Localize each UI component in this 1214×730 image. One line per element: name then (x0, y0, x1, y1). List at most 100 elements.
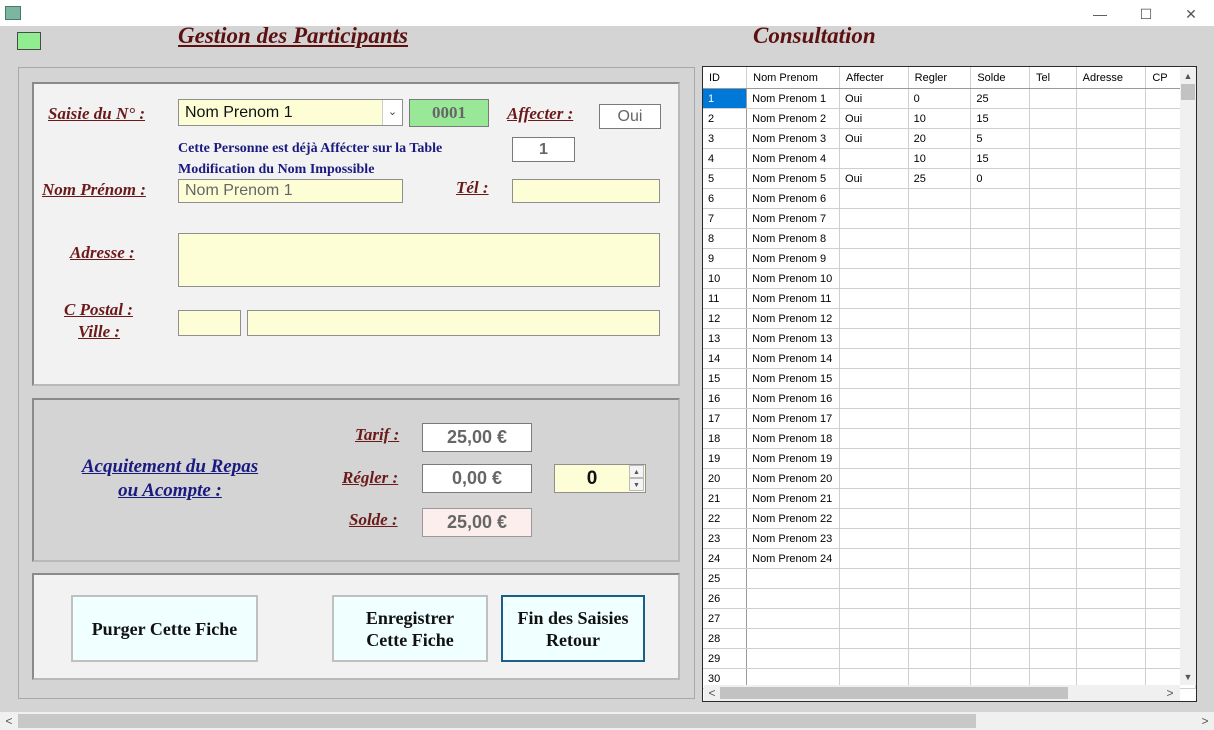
table-row[interactable]: 18 Nom Prenom 18 (703, 428, 1196, 449)
table-row[interactable]: 20 Nom Prenom 20 (703, 468, 1196, 489)
table-cell[interactable] (970, 208, 1031, 229)
table-cell[interactable] (839, 448, 909, 469)
row-id-cell[interactable]: 25 (703, 568, 748, 589)
table-cell[interactable]: Nom Prenom 13 (746, 328, 841, 349)
table-cell[interactable] (1076, 188, 1147, 209)
minimize-button[interactable]: — (1080, 4, 1120, 24)
row-id-cell[interactable]: 26 (703, 588, 748, 609)
table-cell[interactable] (1076, 228, 1147, 249)
table-cell[interactable] (970, 308, 1031, 329)
table-cell[interactable] (1029, 588, 1077, 609)
table-cell[interactable] (908, 428, 972, 449)
column-header[interactable]: ID (703, 67, 748, 89)
table-cell[interactable]: Nom Prenom 8 (746, 228, 841, 249)
table-cell[interactable] (970, 228, 1031, 249)
table-cell[interactable] (1076, 488, 1147, 509)
table-cell[interactable] (839, 248, 909, 269)
table-cell[interactable]: Nom Prenom 19 (746, 448, 841, 469)
row-id-cell[interactable]: 17 (703, 408, 748, 429)
table-cell[interactable] (970, 428, 1031, 449)
table-cell[interactable] (1029, 188, 1077, 209)
table-cell[interactable] (970, 328, 1031, 349)
table-row[interactable]: 11 Nom Prenom 11 (703, 288, 1196, 309)
table-cell[interactable] (1029, 408, 1077, 429)
fin-saisies-button[interactable]: Fin des Saisies Retour (501, 595, 645, 662)
table-cell[interactable]: Nom Prenom 10 (746, 268, 841, 289)
table-cell[interactable] (908, 488, 972, 509)
row-id-cell[interactable]: 23 (703, 528, 748, 549)
table-row[interactable]: 21 Nom Prenom 21 (703, 488, 1196, 509)
table-cell[interactable]: Oui (839, 168, 909, 189)
table-cell[interactable] (908, 448, 972, 469)
nom-prenom-field[interactable]: Nom Prenom 1 (178, 179, 403, 203)
table-cell[interactable] (1029, 368, 1077, 389)
table-cell[interactable] (839, 148, 909, 169)
table-cell[interactable] (1076, 528, 1147, 549)
table-cell[interactable] (970, 268, 1031, 289)
table-cell[interactable] (839, 208, 909, 229)
table-row[interactable]: 8 Nom Prenom 8 (703, 228, 1196, 249)
column-header[interactable]: Affecter (839, 67, 909, 89)
chevron-down-icon[interactable]: ⌄ (382, 100, 402, 125)
table-cell[interactable]: 15 (970, 108, 1031, 129)
scroll-left-icon[interactable]: < (704, 685, 720, 701)
table-cell[interactable] (908, 288, 972, 309)
row-id-cell[interactable]: 28 (703, 628, 748, 649)
row-id-cell[interactable]: 8 (703, 228, 748, 249)
table-cell[interactable]: 0 (970, 168, 1031, 189)
table-row[interactable]: 26 (703, 588, 1196, 609)
table-cell[interactable]: Nom Prenom 18 (746, 428, 841, 449)
column-header[interactable]: Adresse (1076, 67, 1147, 89)
table-row[interactable]: 4 Nom Prenom 4 10 15 (703, 148, 1196, 169)
purger-button[interactable]: Purger Cette Fiche (71, 595, 258, 662)
page-scroll-right-icon[interactable]: > (1198, 713, 1212, 729)
table-row[interactable]: 23 Nom Prenom 23 (703, 528, 1196, 549)
table-cell[interactable] (970, 508, 1031, 529)
table-row[interactable]: 10 Nom Prenom 10 (703, 268, 1196, 289)
table-cell[interactable] (970, 288, 1031, 309)
table-cell[interactable] (1029, 628, 1077, 649)
table-cell[interactable] (1029, 388, 1077, 409)
table-cell[interactable] (1076, 268, 1147, 289)
scroll-right-icon[interactable]: > (1162, 685, 1178, 701)
table-cell[interactable]: 0 (908, 88, 972, 109)
table-cell[interactable] (839, 548, 909, 569)
table-cell[interactable] (970, 488, 1031, 509)
table-cell[interactable] (908, 648, 972, 669)
table-row[interactable]: 3 Nom Prenom 3 Oui 20 5 (703, 128, 1196, 149)
table-cell[interactable] (746, 648, 841, 669)
table-cell[interactable] (1029, 248, 1077, 269)
table-cell[interactable]: Nom Prenom 12 (746, 308, 841, 329)
table-cell[interactable] (1029, 168, 1077, 189)
table-cell[interactable] (908, 548, 972, 569)
enregistrer-button[interactable]: Enregistrer Cette Fiche (332, 595, 488, 662)
row-id-cell[interactable]: 5 (703, 168, 748, 189)
table-cell[interactable] (839, 328, 909, 349)
table-cell[interactable] (1076, 348, 1147, 369)
close-button[interactable]: ✕ (1171, 4, 1211, 24)
table-cell[interactable] (970, 608, 1031, 629)
table-cell[interactable]: 5 (970, 128, 1031, 149)
table-cell[interactable] (908, 188, 972, 209)
row-id-cell[interactable]: 29 (703, 648, 748, 669)
table-cell[interactable] (1076, 288, 1147, 309)
table-cell[interactable] (1076, 148, 1147, 169)
table-cell[interactable] (1029, 428, 1077, 449)
table-cell[interactable]: Nom Prenom 15 (746, 368, 841, 389)
table-cell[interactable] (1076, 408, 1147, 429)
table-cell[interactable] (908, 468, 972, 489)
stepper-down-icon[interactable]: ▼ (629, 478, 644, 491)
table-cell[interactable] (970, 588, 1031, 609)
table-cell[interactable] (839, 528, 909, 549)
table-cell[interactable] (1029, 268, 1077, 289)
table-cell[interactable] (1029, 548, 1077, 569)
table-cell[interactable] (908, 208, 972, 229)
table-cell[interactable] (1029, 128, 1077, 149)
row-id-cell[interactable]: 19 (703, 448, 748, 469)
table-cell[interactable] (839, 588, 909, 609)
row-id-cell[interactable]: 4 (703, 148, 748, 169)
table-row[interactable]: 17 Nom Prenom 17 (703, 408, 1196, 429)
table-row[interactable]: 12 Nom Prenom 12 (703, 308, 1196, 329)
table-cell[interactable]: 10 (908, 148, 972, 169)
table-cell[interactable] (1029, 148, 1077, 169)
